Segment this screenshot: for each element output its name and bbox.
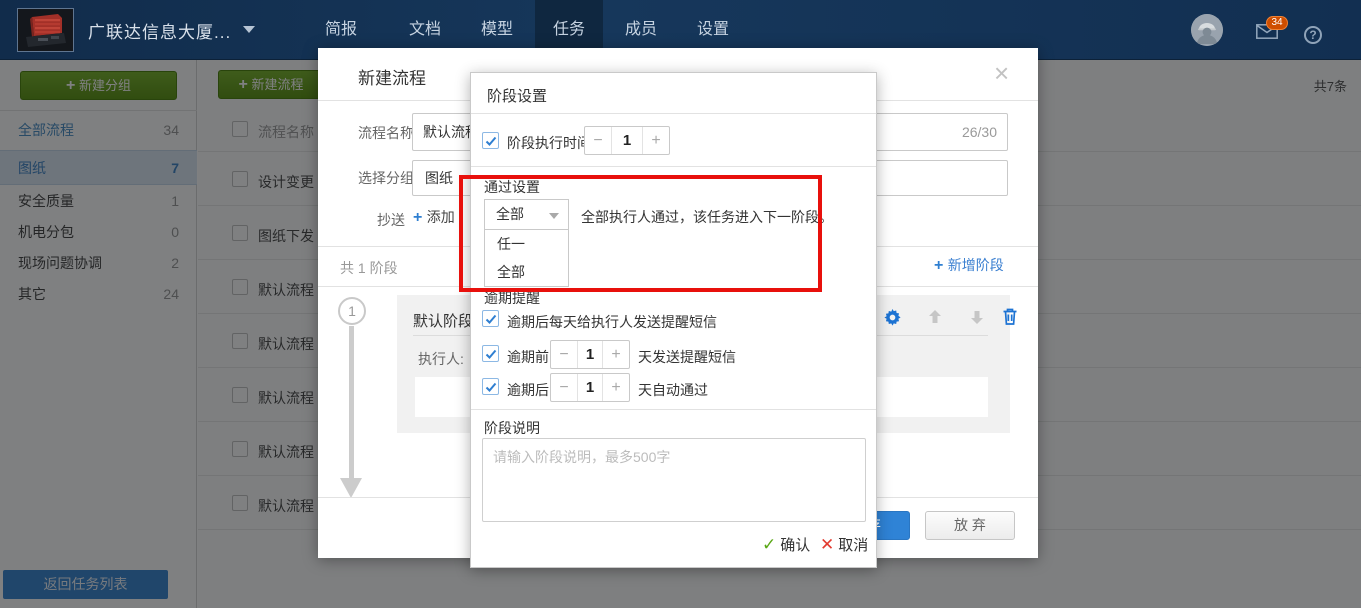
plus-icon: + [413,209,422,226]
exec-time-stepper: − 1 + [584,126,670,155]
executor-label: 执行人: [418,349,464,369]
timeline-line [349,326,354,478]
pass-settings-title: 通过设置 [484,177,540,197]
check-icon [484,347,498,361]
confirm-button[interactable]: ✓确认 [762,534,810,555]
stage-number-badge: 1 [338,297,366,325]
cc-add-button[interactable]: + 添加 [413,207,455,227]
plus-icon: + [934,257,943,274]
stepper-minus-button[interactable]: − [551,341,577,368]
cancel-button[interactable]: ✕取消 [820,534,868,555]
stage-settings-modal: 阶段设置 阶段执行时间: − 1 + 通过设置 全部 任一 全部 全部执行人通过… [470,72,877,568]
after-due-stepper: − 1 + [550,373,630,402]
exec-time-checkbox[interactable] [482,132,499,149]
user-avatar[interactable] [1191,14,1223,46]
stepper-value[interactable]: 1 [577,374,603,401]
stage-desc-title: 阶段说明 [484,418,540,438]
timeline-arrow-icon [340,478,362,498]
check-icon [484,312,498,326]
arrow-up-icon [926,308,944,326]
dropdown-option-any[interactable]: 任一 [485,230,568,258]
pass-rule-description: 全部执行人通过，该任务进入下一阶段。 [581,207,833,227]
move-stage-down-button[interactable] [968,308,986,331]
check-icon [484,134,498,148]
after-due-suffix: 天自动通过 [638,380,708,400]
pass-rule-select[interactable]: 全部 [484,199,569,230]
remind-settings-title: 逾期提醒 [484,288,540,308]
modal-title: 阶段设置 [487,85,547,106]
delete-stage-button[interactable] [1000,306,1020,332]
stepper-plus-button[interactable]: + [603,341,629,368]
char-counter: 26/30 [962,114,997,150]
stage-name: 默认阶段 [413,310,473,331]
check-icon: ✓ [762,535,776,554]
stepper-value[interactable]: 1 [577,341,603,368]
dropdown-option-all[interactable]: 全部 [485,258,568,286]
stage-desc-textarea[interactable] [482,438,866,522]
project-logo[interactable] [17,8,74,52]
stepper-minus-button[interactable]: − [551,374,577,401]
move-stage-up-button[interactable] [926,308,944,331]
daily-remind-label: 逾期后每天给执行人发送提醒短信 [507,312,717,332]
stage-settings-button[interactable] [883,308,902,332]
chevron-down-icon[interactable] [243,26,255,33]
cc-label: 抄送 [377,210,405,230]
project-title[interactable]: 广联达信息大厦... [88,18,231,43]
discard-button[interactable]: 放 弃 [925,511,1015,540]
before-due-suffix: 天发送提醒短信 [638,347,736,367]
check-icon [484,380,498,394]
stepper-plus-button[interactable]: + [643,127,669,154]
close-icon[interactable]: × [994,60,1009,86]
group-select-label: 选择分组 [358,168,414,188]
before-due-label: 逾期前 [507,347,549,367]
trash-icon [1000,306,1020,327]
app-root: 广联达信息大厦... 简报 文档 模型 任务 成员 设置 34 ? [0,0,1361,608]
before-due-checkbox[interactable] [482,345,499,362]
divider [471,409,876,410]
arrow-down-icon [968,308,986,326]
stepper-minus-button[interactable]: − [585,127,611,154]
flow-name-label: 流程名称 [358,123,414,143]
gear-icon [883,308,902,327]
pass-rule-dropdown: 任一 全部 [484,230,569,287]
exec-time-label: 阶段执行时间: [507,133,595,153]
before-due-stepper: − 1 + [550,340,630,369]
divider [471,166,876,167]
building-thumbnail-icon [18,9,73,51]
stepper-plus-button[interactable]: + [603,374,629,401]
add-stage-button[interactable]: + 新增阶段 [934,255,1004,275]
divider [471,113,876,114]
after-due-checkbox[interactable] [482,378,499,395]
hardhat-person-icon [1191,14,1223,46]
cross-icon: ✕ [820,535,834,554]
modal-title: 新建流程 [358,64,426,89]
daily-remind-checkbox[interactable] [482,310,499,327]
stepper-value[interactable]: 1 [611,127,643,154]
notification-badge: 34 [1266,16,1288,30]
stage-total-label: 共 1 阶段 [340,258,398,278]
help-icon[interactable]: ? [1304,26,1322,44]
caret-down-icon [549,213,559,219]
after-due-label: 逾期后 [507,380,549,400]
